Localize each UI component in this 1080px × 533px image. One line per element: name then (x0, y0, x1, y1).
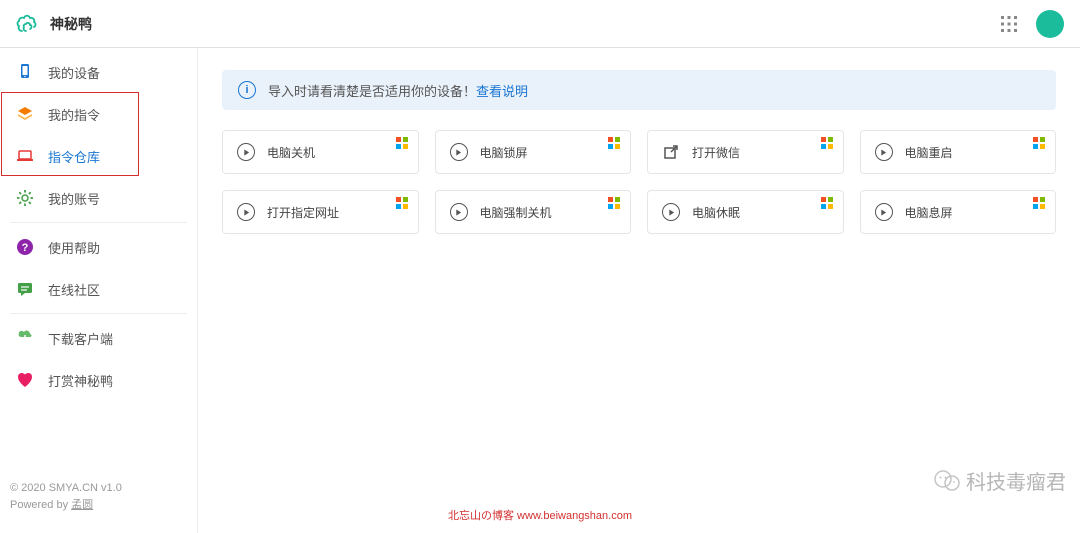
footer: © 2020 SMYA.CN v1.0 Powered by 孟圆 (10, 480, 122, 515)
command-card[interactable]: 打开指定网址 (222, 190, 419, 234)
info-icon: i (238, 81, 256, 99)
sidebar-item-commands[interactable]: 我的指令 (0, 96, 197, 132)
help-icon: ? (16, 238, 34, 256)
sidebar-item-download[interactable]: 下载客户端 (0, 320, 197, 356)
blog-link[interactable]: www.beiwangshan.com (517, 510, 632, 522)
windows-icon (396, 197, 408, 209)
download-icon (16, 329, 34, 347)
sidebar-item-label: 在线社区 (48, 280, 100, 299)
sidebar-item-label: 我的指令 (48, 105, 100, 124)
header: 神秘鸭 (0, 0, 1080, 48)
command-card[interactable]: 电脑强制关机 (435, 190, 632, 234)
sidebar-divider (10, 313, 187, 314)
windows-icon (1033, 197, 1045, 209)
sidebar-item-label: 指令仓库 (48, 147, 100, 166)
windows-icon (821, 137, 833, 149)
sidebar-item-donate[interactable]: 打赏神秘鸭 (0, 362, 197, 398)
device-icon (16, 63, 34, 81)
play-icon (662, 203, 680, 221)
logo-icon (16, 12, 40, 36)
main-content: i 导入时请看清楚是否适用你的设备！查看说明 电脑关机 电脑锁屏 打开微信 电脑重启打… (198, 48, 1080, 533)
windows-icon (396, 137, 408, 149)
play-icon (237, 143, 255, 161)
sidebar-item-warehouse[interactable]: 指令仓库 (0, 138, 197, 174)
card-label: 电脑息屏 (905, 204, 953, 221)
header-right (1000, 10, 1064, 38)
gear-icon (16, 189, 34, 207)
heart-icon (16, 371, 34, 389)
sidebar-divider (10, 222, 187, 223)
notice-text: 导入时请看清楚是否适用你的设备！查看说明 (268, 81, 528, 100)
windows-icon (821, 197, 833, 209)
card-label: 打开指定网址 (267, 204, 339, 221)
open-icon (662, 143, 680, 161)
footer-center: 北忘山の博客 www.beiwangshan.com (448, 507, 632, 523)
command-card[interactable]: 电脑锁屏 (435, 130, 632, 174)
play-icon (875, 143, 893, 161)
card-label: 电脑休眠 (692, 204, 740, 221)
header-left: 神秘鸭 (16, 12, 92, 36)
command-card[interactable]: 打开微信 (647, 130, 844, 174)
layout: 我的设备 我的指令 指令仓库 我的账号 ? 使用帮助 在线社区 下 (0, 48, 1080, 533)
notice-link[interactable]: 查看说明 (476, 84, 528, 99)
card-label: 电脑强制关机 (480, 204, 552, 221)
command-card[interactable]: 电脑重启 (860, 130, 1057, 174)
play-icon (237, 203, 255, 221)
sidebar-item-label: 我的设备 (48, 63, 100, 82)
laptop-icon (16, 147, 34, 165)
layers-icon (16, 105, 34, 123)
windows-icon (1033, 137, 1045, 149)
sidebar-item-label: 使用帮助 (48, 238, 100, 257)
notice-banner: i 导入时请看清楚是否适用你的设备！查看说明 (222, 70, 1056, 110)
sidebar-item-label: 打赏神秘鸭 (48, 371, 113, 390)
cards-grid: 电脑关机 电脑锁屏 打开微信 电脑重启打开指定网址 电脑强制关机 电脑休眠 电脑息屏 (222, 130, 1056, 234)
card-label: 电脑锁屏 (480, 144, 528, 161)
command-card[interactable]: 电脑息屏 (860, 190, 1057, 234)
sidebar-item-help[interactable]: ? 使用帮助 (0, 229, 197, 265)
watermark: 科技毒瘤君 (934, 466, 1066, 495)
card-label: 打开微信 (692, 144, 740, 161)
play-icon (450, 203, 468, 221)
play-icon (875, 203, 893, 221)
windows-icon (608, 137, 620, 149)
powered-by: Powered by 孟圆 (10, 497, 122, 515)
svg-text:?: ? (22, 242, 29, 254)
command-card[interactable]: 电脑关机 (222, 130, 419, 174)
copyright: © 2020 SMYA.CN v1.0 (10, 480, 122, 498)
avatar[interactable] (1036, 10, 1064, 38)
card-label: 电脑重启 (905, 144, 953, 161)
chat-icon (16, 280, 34, 298)
sidebar: 我的设备 我的指令 指令仓库 我的账号 ? 使用帮助 在线社区 下 (0, 48, 198, 533)
windows-icon (608, 197, 620, 209)
powered-link[interactable]: 孟圆 (71, 499, 93, 511)
apps-icon[interactable] (1000, 15, 1018, 33)
command-card[interactable]: 电脑休眠 (647, 190, 844, 234)
wechat-icon (934, 470, 960, 492)
sidebar-item-label: 下载客户端 (48, 329, 113, 348)
play-icon (450, 143, 468, 161)
watermark-text: 科技毒瘤君 (966, 466, 1066, 495)
sidebar-item-devices[interactable]: 我的设备 (0, 54, 197, 90)
sidebar-item-community[interactable]: 在线社区 (0, 271, 197, 307)
app-title: 神秘鸭 (50, 14, 92, 34)
sidebar-item-account[interactable]: 我的账号 (0, 180, 197, 216)
card-label: 电脑关机 (267, 144, 315, 161)
sidebar-item-label: 我的账号 (48, 189, 100, 208)
